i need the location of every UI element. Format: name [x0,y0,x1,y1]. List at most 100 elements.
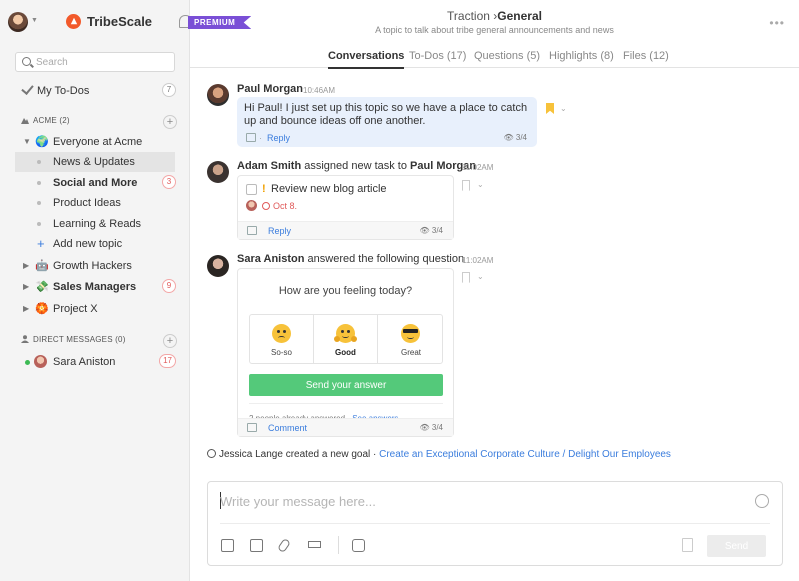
clock-icon [262,202,270,210]
emoji-icon[interactable] [755,494,769,508]
tab-highlights[interactable]: Highlights (8) [549,50,614,62]
add-tribe-button[interactable]: + [163,115,177,129]
chevron-down-icon[interactable]: ⌄ [560,104,567,113]
topic-description: A topic to talk about tribe general anno… [375,25,614,35]
views-count: 👁 3/4 [419,423,443,432]
reply-link[interactable]: Reply [268,226,291,236]
attachment-icon[interactable] [276,537,292,554]
sidebar-tribe-project-x[interactable]: ▶ 🏵️ Project X [0,299,190,319]
avatar[interactable] [207,255,229,277]
goal-event: Jessica Lange created a new goal · Creat… [207,449,671,460]
todo-icon[interactable] [221,539,234,552]
sidebar-tribe-everyone[interactable]: ▼ 🌍 Everyone at Acme [0,132,190,152]
message-footer: · Reply 👁 3/4 [237,129,537,147]
comment-link[interactable]: Comment [268,423,307,433]
sidebar-topic-product-ideas[interactable]: Product Ideas [0,193,190,213]
goal-actor[interactable]: Jessica Lange [219,449,283,460]
topic-dot [37,181,41,185]
question-icon[interactable] [250,539,263,552]
chevron-right-icon[interactable]: ▶ [23,282,29,291]
message-input[interactable] [220,492,740,510]
like-icon[interactable] [247,423,257,432]
breadcrumb-parent[interactable]: Traction [447,9,490,23]
answer-option-so-so[interactable]: So-so [250,315,314,363]
sunglasses-face-icon [401,324,420,343]
bookmark-icon[interactable] [546,103,554,114]
dm-name: Sara Aniston [53,356,116,368]
add-dm-button[interactable]: + [163,334,177,348]
message-footer: Reply 👁 3/4 [238,221,453,239]
tab-todos[interactable]: To-Dos (17) [409,50,466,62]
topic-name: General [497,9,542,23]
reply-link[interactable]: Reply [267,133,290,143]
topic-label: Learning & Reads [53,218,142,230]
add-topic-link[interactable]: + Add new topic [0,234,190,254]
todo-count-badge: 7 [162,83,176,97]
message-author: Adam Smith assigned new task to Paul Mor… [237,160,477,172]
topic-label: Social and More [53,177,138,189]
views-count: 👁 3/4 [503,133,527,142]
globe-icon: 🌍 [35,136,49,148]
document-icon[interactable] [682,538,693,552]
bookmark-icon[interactable] [462,180,470,191]
sidebar-topic-learning[interactable]: Learning & Reads [0,214,190,234]
sidebar-topic-social[interactable]: Social and More 3 [0,173,190,193]
sidebar-item-my-todos[interactable]: My To-Dos 7 [0,81,190,101]
tribe-label: Everyone at Acme [53,136,143,148]
tab-conversations[interactable]: Conversations [328,50,405,69]
alert-icon[interactable] [352,539,365,552]
todo-title[interactable]: Review new blog article [271,183,387,195]
avatar[interactable] [207,161,229,183]
tribe-label: Growth Hackers [53,260,132,272]
money-icon: 💸 [35,281,49,293]
online-status-dot [25,360,30,365]
robot-icon: 🤖 [35,260,49,272]
flower-icon: 🏵️ [35,303,49,315]
message-time: 11:02AM [462,256,494,265]
sidebar-tribe-growth-hackers[interactable]: ▶ 🤖 Growth Hackers [0,256,190,276]
topic-dot [37,160,41,164]
dm-header: DIRECT MESSAGES (0) + [0,331,190,351]
search-box[interactable] [15,52,175,72]
like-icon[interactable] [246,133,256,142]
person-icon [21,335,29,343]
topic-dot [37,201,41,205]
message-text: Hi Paul! I just set up this topic so we … [244,102,528,127]
check-icon [21,82,34,95]
goal-link[interactable]: Create an Exceptional Corporate Culture … [379,449,671,460]
avatar[interactable] [207,84,229,106]
search-input[interactable] [36,55,171,70]
signpost-icon[interactable] [308,541,321,548]
topic-tabs: Conversations To-Dos (17) Questions (5) … [190,48,799,69]
message-time: 11:02AM [462,163,494,172]
user-avatar[interactable] [8,12,28,32]
views-count: 👁 3/4 [419,226,443,235]
chevron-right-icon[interactable]: ▶ [23,304,29,313]
unread-badge: 9 [162,279,176,293]
chevron-right-icon[interactable]: ▶ [23,261,29,270]
tab-files[interactable]: Files (12) [623,50,669,62]
message-author: Paul Morgan [237,83,304,95]
chevron-down-icon[interactable]: ▼ [31,17,38,24]
brand-bar: ▼ TribeScale [8,10,192,34]
chevron-down-icon[interactable]: ⌄ [477,180,484,189]
sidebar-topic-news[interactable]: News & Updates [15,152,175,172]
todo-checkbox[interactable] [246,184,257,195]
tribe-label: Sales Managers [53,281,137,293]
send-answer-button[interactable]: Send your answer [249,374,443,396]
like-icon[interactable] [247,226,257,235]
sidebar-item-label: My To-Dos [37,85,90,97]
answer-option-good[interactable]: Good [314,315,378,363]
tribescale-logo-icon [66,14,81,29]
chevron-down-icon[interactable]: ⌄ [477,272,484,281]
sidebar-tribe-sales-managers[interactable]: ▶ 💸 Sales Managers 9 [0,277,190,297]
send-button[interactable]: Send [707,535,766,557]
answer-option-great[interactable]: Great [379,315,443,363]
more-options-icon[interactable]: ••• [769,16,785,30]
dm-item-sara[interactable]: Sara Aniston 17 [0,352,190,372]
bookmark-icon[interactable] [462,272,470,283]
tab-questions[interactable]: Questions (5) [474,50,540,62]
chevron-down-icon[interactable]: ▼ [23,137,31,146]
topic-label: Product Ideas [53,197,121,209]
todo-card[interactable]: ! Review new blog article Oct 8. Reply 👁… [237,175,454,240]
